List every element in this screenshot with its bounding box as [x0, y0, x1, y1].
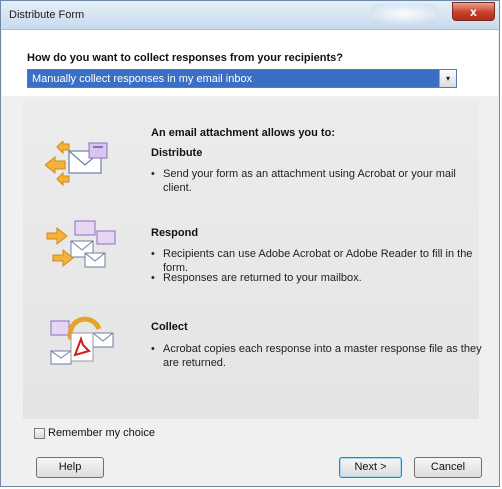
title-bar: Distribute Form x	[1, 1, 499, 30]
bullet-icon: •	[151, 343, 155, 355]
remember-choice-checkbox[interactable]	[34, 428, 45, 439]
section-title-distribute: Distribute	[151, 147, 203, 159]
distribute-form-dialog: Distribute Form x How do you want to col…	[0, 0, 500, 487]
remember-choice-label[interactable]: Remember my choice	[48, 427, 155, 439]
email-respond-icon	[46, 220, 116, 268]
info-heading: An email attachment allows you to:	[151, 127, 335, 139]
bullet-icon: •	[151, 272, 155, 284]
bullet-text: Responses are returned to your mailbox.	[163, 272, 362, 284]
acrobat-collect-icon	[50, 316, 114, 365]
bullet-icon: •	[151, 248, 155, 260]
info-panel: An email attachment allows you to: Distr…	[23, 101, 482, 419]
question-area: How do you want to collect responses fro…	[2, 30, 498, 96]
close-button[interactable]: x	[452, 2, 495, 21]
bullet-text: Acrobat copies each response into a mast…	[163, 343, 482, 369]
chevron-down-icon[interactable]: ▾	[439, 70, 456, 87]
titlebar-glass-decoration	[369, 4, 439, 24]
section-title-respond: Respond	[151, 227, 199, 239]
section-title-collect: Collect	[151, 321, 188, 333]
question-label: How do you want to collect responses fro…	[27, 52, 343, 64]
cancel-button[interactable]: Cancel	[414, 457, 482, 478]
bullet-icon: •	[151, 168, 155, 180]
next-button[interactable]: Next >	[339, 457, 402, 478]
email-attachment-icon	[45, 141, 108, 187]
window-title: Distribute Form	[9, 9, 85, 21]
bullet-text: Send your form as an attachment using Ac…	[163, 168, 456, 194]
collection-method-value: Manually collect responses in my email i…	[32, 73, 253, 85]
collection-method-select[interactable]: Manually collect responses in my email i…	[27, 69, 457, 88]
help-button[interactable]: Help	[36, 457, 104, 478]
